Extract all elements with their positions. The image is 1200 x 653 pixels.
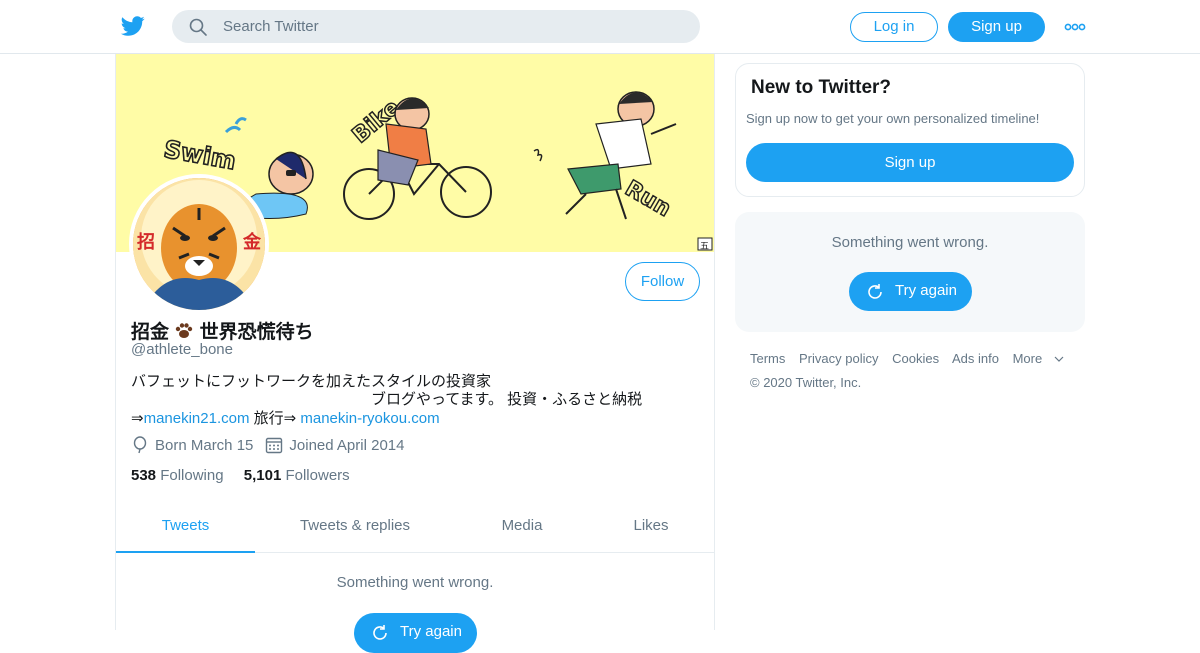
sidebar-error-card: Something went wrong. Try again [735,212,1085,332]
search-icon [189,18,207,36]
banner-word-run: Run [621,176,675,222]
link-prefix: ⇒ [131,410,144,427]
footer-link-ads-info[interactable]: Ads info [952,351,999,366]
refresh-icon [868,284,882,299]
search-input[interactable]: Search Twitter [223,18,319,35]
follow-button[interactable]: Follow [625,262,700,301]
tab-tweets-replies[interactable]: Tweets & replies [285,506,425,553]
login-button[interactable]: Log in [850,12,938,42]
footer-link-cookies[interactable]: Cookies [892,351,939,366]
chevron-down-icon [1054,356,1064,362]
refresh-icon [373,625,387,640]
profile-stats: 538 Following 5,101 Followers [131,467,350,484]
profile-name-text: 招金 [131,322,170,343]
sidebar-try-again-label: Try again [895,282,957,299]
followers-link[interactable]: 5,101 Followers [244,467,350,484]
banner-corner-mark: 五 [700,242,709,252]
footer-link-more[interactable]: More [1013,351,1065,366]
banner-word-swim: Swim [162,135,238,175]
profile-column: Swim Bike Run 五 招 金 Follow 招金 世界恐慌待ち @at… [115,54,715,653]
profile-link-ryokou[interactable]: manekin-ryokou.com [300,410,439,427]
following-label: Following [160,467,224,484]
footer-link-privacy[interactable]: Privacy policy [799,351,878,366]
tab-media[interactable]: Media [482,506,562,553]
profile-link-manekin21[interactable]: manekin21.com [144,410,250,427]
sidebar-error-text: Something went wrong. [831,234,989,251]
sidebar-try-again-button[interactable]: Try again [849,272,972,311]
following-link[interactable]: 538 Following [131,467,224,484]
born-date: Born March 15 [155,436,254,454]
followers-label: Followers [285,467,350,484]
timeline-error-text: Something went wrong. [336,574,494,591]
timeline-try-again-button[interactable]: Try again [354,613,477,653]
followers-count: 5,101 [243,467,282,484]
footer-more-label: More [1012,351,1043,366]
profile-name: 招金 世界恐慌待ち [131,317,314,344]
profile-name-suffix: 世界恐慌待ち [199,322,314,343]
signup-button[interactable]: Sign up [948,12,1045,42]
avatar-char-left: 招 [137,231,155,253]
search-bar[interactable]: Search Twitter [172,10,700,43]
balloon-icon [133,436,147,454]
more-options-icon[interactable] [1064,18,1086,36]
top-navigation-bar: Search Twitter Log in Sign up [0,0,1200,54]
profile-links: ⇒manekin21.com 旅行⇒ manekin-ryokou.com [131,407,440,428]
profile-tabs: Tweets Tweets & replies Media Likes [116,506,714,553]
tiger-avatar-image: 招 金 [133,178,265,310]
sidebar-signup-button[interactable]: Sign up [746,143,1074,182]
profile-handle: @athlete_bone [131,341,233,358]
new-to-twitter-card: New to Twitter? Sign up now to get your … [735,63,1085,197]
footer-copyright: © 2020 Twitter, Inc. [750,375,862,390]
new-to-twitter-subtitle: Sign up now to get your own personalized… [746,111,1040,126]
following-count: 538 [131,467,157,484]
avatar-char-right: 金 [242,231,262,253]
link-middle-text: 旅行⇒ [249,410,301,427]
tab-tweets[interactable]: Tweets [116,506,255,553]
timeline-try-again-label: Try again [400,623,462,640]
footer-link-terms[interactable]: Terms [750,351,785,366]
profile-bio-line-2: ブログやってます。 投資・ふるさと納税 [371,391,643,408]
profile-avatar[interactable]: 招 金 [129,174,269,314]
joined-date: Joined April 2014 [289,436,405,454]
calendar-icon [266,437,283,454]
paw-emoji-icon [176,323,193,338]
profile-meta: Born March 15 Joined April 2014 [131,436,404,454]
tab-likes[interactable]: Likes [611,506,691,553]
footer-links: Terms Privacy policy Cookies Ads info Mo… [750,351,1074,366]
new-to-twitter-title: New to Twitter? [751,77,892,98]
twitter-bird-icon[interactable] [120,14,146,38]
